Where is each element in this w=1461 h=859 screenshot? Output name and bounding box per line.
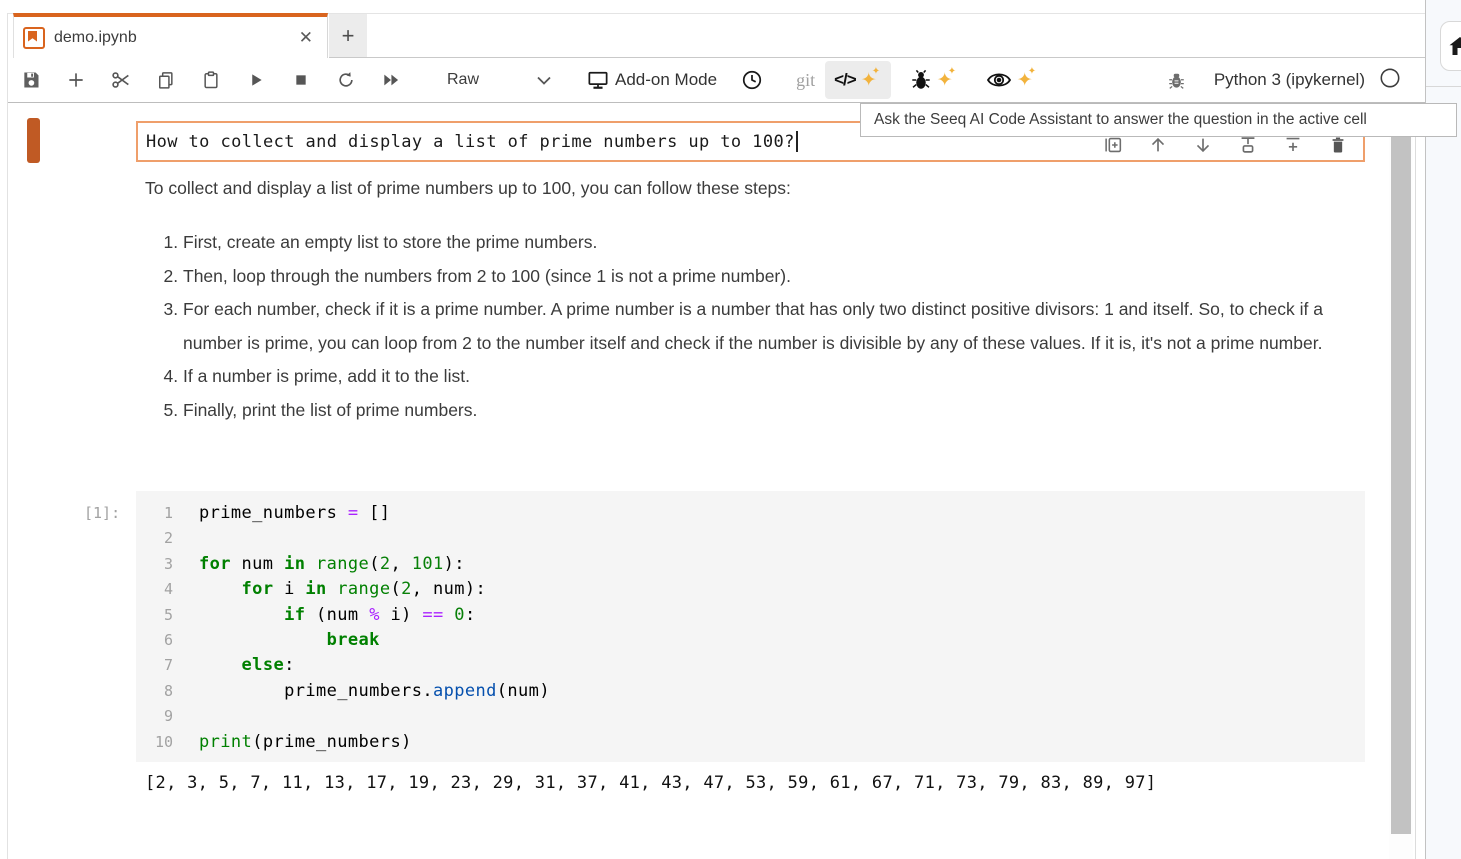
tab-demo-ipynb[interactable]: demo.ipynb ✕: [13, 13, 328, 58]
notebook-toolbar: Raw Add-on Mode git </> ✦✦ ✦✦ ✦✦ Python …: [8, 58, 1425, 103]
line-number: 6: [136, 628, 184, 653]
tabstrip-empty-area: [367, 14, 1425, 58]
line-number: 4: [136, 577, 184, 602]
code-line[interactable]: 7 else:: [136, 653, 1365, 678]
code-line[interactable]: 6 break: [136, 628, 1365, 653]
cut-cells-button[interactable]: [104, 63, 138, 97]
sparkle-icon: ✦✦: [1016, 67, 1038, 93]
addon-mode-label: Add-on Mode: [615, 70, 717, 90]
code-line-text: break: [184, 628, 380, 653]
text-cursor: [796, 131, 798, 152]
interrupt-kernel-button[interactable]: [284, 63, 318, 97]
code-line-text: if (num % i) == 0:: [184, 603, 476, 628]
cell-type-select[interactable]: Raw: [433, 63, 561, 97]
chevron-down-icon: [537, 76, 551, 85]
cell-type-value: Raw: [447, 71, 479, 89]
code-line[interactable]: 4 for i in range(2, num):: [136, 577, 1365, 602]
restart-run-all-button[interactable]: [374, 63, 408, 97]
cell-collapser[interactable]: [27, 118, 40, 163]
code-line[interactable]: 3for num in range(2, 101):: [136, 552, 1365, 577]
code-line[interactable]: 5 if (num % i) == 0:: [136, 603, 1365, 628]
cell-output-text: [2, 3, 5, 7, 11, 13, 17, 19, 23, 29, 31,…: [145, 773, 1156, 793]
home-icon: [1448, 34, 1461, 58]
vertical-scrollbar-thumb[interactable]: [1391, 128, 1411, 834]
tab-title: demo.ipynb: [54, 29, 295, 47]
code-line-text: else:: [184, 653, 295, 678]
line-number: 8: [136, 679, 184, 704]
restart-kernel-button[interactable]: [329, 63, 363, 97]
monitor-icon: [587, 70, 609, 90]
execution-count-label: [1]:: [84, 504, 120, 522]
markdown-step: For each number, check if it is a prime …: [183, 293, 1350, 360]
sparkle-icon: ✦✦: [936, 67, 958, 93]
vertical-scrollbar-track[interactable]: [1389, 103, 1413, 859]
addon-mode-button[interactable]: Add-on Mode: [587, 70, 717, 90]
code-line[interactable]: 10print(prime_numbers): [136, 730, 1365, 755]
side-panel-divider: [1426, 86, 1461, 87]
code-line-text: [184, 526, 199, 551]
debugger-button[interactable]: [1160, 63, 1194, 97]
line-number: 10: [136, 730, 184, 755]
new-tab-button[interactable]: +: [329, 14, 367, 58]
notebook-file-icon: [23, 27, 45, 49]
jupyterlab-window: demo.ipynb ✕ + R: [0, 0, 1461, 859]
active-cell-text: How to collect and display a list of pri…: [146, 132, 795, 152]
code-line-text: [184, 704, 199, 729]
debugger-bug-icon: [1167, 70, 1186, 91]
save-button[interactable]: [14, 63, 48, 97]
ai-review-assistant-button[interactable]: ✦✦: [977, 61, 1047, 99]
code-cell-editor[interactable]: 1prime_numbers = []23for num in range(2,…: [136, 491, 1365, 762]
home-button[interactable]: [1440, 21, 1461, 71]
left-panel-divider: [7, 13, 8, 859]
code-line-text: for num in range(2, 101):: [184, 552, 465, 577]
code-line[interactable]: 8 prime_numbers.append(num): [136, 679, 1365, 704]
markdown-steps-list: First, create an empty list to store the…: [149, 226, 1350, 427]
line-number: 9: [136, 704, 184, 729]
copy-cells-button[interactable]: [149, 63, 183, 97]
kernel-status-icon[interactable]: [1379, 67, 1401, 94]
code-line-text: print(prime_numbers): [184, 730, 412, 755]
insert-cell-button[interactable]: [59, 63, 93, 97]
code-line-text: prime_numbers.append(num): [184, 679, 550, 704]
code-line-text: prime_numbers = []: [184, 501, 390, 526]
markdown-intro: To collect and display a list of prime n…: [145, 172, 1350, 205]
eye-icon: [986, 69, 1012, 91]
line-number: 2: [136, 526, 184, 551]
line-number: 1: [136, 501, 184, 526]
code-line-text: for i in range(2, num):: [184, 577, 486, 602]
notebook-right-border: [1415, 103, 1416, 859]
markdown-step: Then, loop through the numbers from 2 to…: [183, 260, 1350, 294]
close-tab-icon[interactable]: ✕: [295, 26, 317, 50]
markdown-step: If a number is prime, add it to the list…: [183, 360, 1350, 394]
ai-bug-assistant-button[interactable]: ✦✦: [901, 61, 967, 99]
paste-cells-button[interactable]: [194, 63, 228, 97]
line-number: 3: [136, 552, 184, 577]
run-cell-button[interactable]: [239, 63, 273, 97]
code-brackets-icon: </>: [834, 70, 856, 90]
bug-icon: [910, 68, 932, 92]
git-button[interactable]: git: [796, 70, 815, 91]
ai-assistant-tooltip: Ask the Seeq AI Code Assistant to answer…: [860, 103, 1457, 137]
kernel-name-button[interactable]: Python 3 (ipykernel): [1214, 70, 1365, 90]
code-line[interactable]: 1prime_numbers = []: [136, 501, 1365, 526]
line-number: 5: [136, 603, 184, 628]
line-number: 7: [136, 653, 184, 678]
sparkle-icon: ✦✦: [860, 67, 882, 93]
history-clock-button[interactable]: [735, 63, 769, 97]
code-line[interactable]: 9: [136, 704, 1365, 729]
markdown-step: Finally, print the list of prime numbers…: [183, 394, 1350, 428]
ai-code-assistant-button[interactable]: </> ✦✦: [825, 61, 891, 99]
code-line[interactable]: 2: [136, 526, 1365, 551]
markdown-output: To collect and display a list of prime n…: [145, 172, 1350, 427]
markdown-step: First, create an empty list to store the…: [183, 226, 1350, 260]
